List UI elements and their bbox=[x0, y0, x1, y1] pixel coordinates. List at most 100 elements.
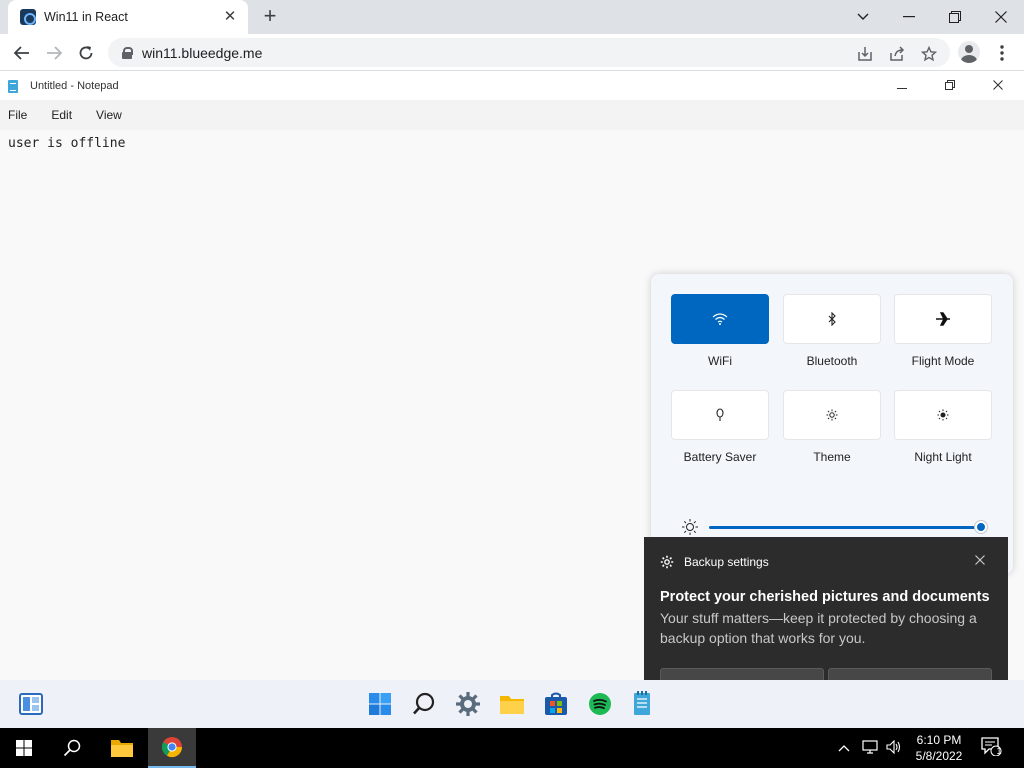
widgets-icon[interactable] bbox=[16, 689, 46, 719]
restore-icon bbox=[949, 11, 961, 23]
browser-restore-button[interactable] bbox=[932, 0, 978, 34]
system-clock[interactable]: 6:10 PM 5/8/2022 bbox=[908, 732, 970, 764]
battery-saver-icon bbox=[716, 408, 724, 421]
tile-battery-saver[interactable] bbox=[671, 390, 769, 440]
windows-taskbar: 6:10 PM 5/8/2022 1 bbox=[0, 728, 1024, 768]
action-center-button[interactable]: 1 bbox=[980, 736, 1006, 760]
tile-wifi-label: WiFi bbox=[708, 354, 732, 368]
browser-toolbar: win11.blueedge.me bbox=[0, 34, 1024, 71]
brightness-slider-thumb[interactable] bbox=[975, 521, 987, 533]
taskbar-search-button[interactable] bbox=[48, 728, 96, 768]
brightness-slider-track[interactable] bbox=[709, 526, 981, 529]
back-arrow-icon bbox=[14, 46, 29, 60]
tile-wifi[interactable] bbox=[671, 294, 769, 344]
reload-button[interactable] bbox=[72, 39, 100, 67]
chrome-menu-button[interactable] bbox=[988, 39, 1016, 67]
tab-search-button[interactable] bbox=[840, 0, 886, 34]
volume-tray-icon[interactable] bbox=[886, 739, 902, 757]
notepad-maximize-button[interactable] bbox=[936, 76, 964, 96]
spotify-icon[interactable] bbox=[585, 689, 615, 719]
start-icon[interactable] bbox=[365, 689, 395, 719]
notepad-menubar: File Edit View bbox=[0, 100, 1024, 130]
browser-tab[interactable]: Win11 in React ✕ bbox=[8, 0, 248, 34]
tile-night-light[interactable] bbox=[894, 390, 992, 440]
bookmark-star-icon[interactable] bbox=[920, 45, 938, 64]
toast-body: Your stuff matters—keep it protected by … bbox=[660, 610, 977, 646]
toast-title: Protect your cherished pictures and docu… bbox=[660, 589, 990, 605]
chrome-icon bbox=[161, 737, 183, 758]
win11-taskbar bbox=[0, 680, 1024, 728]
show-hidden-icons-button[interactable] bbox=[838, 740, 850, 755]
tile-flight-mode-label: Flight Mode bbox=[911, 354, 975, 368]
url-text: win11.blueedge.me bbox=[142, 44, 263, 61]
gear-icon bbox=[660, 555, 674, 569]
tab-title: Win11 in React bbox=[44, 10, 128, 24]
network-tray-icon[interactable] bbox=[862, 740, 878, 757]
folder-icon bbox=[111, 740, 133, 757]
profile-avatar-icon[interactable] bbox=[958, 41, 980, 63]
notepad-title: Untitled - Notepad bbox=[30, 80, 119, 92]
minimize-icon bbox=[897, 88, 907, 89]
back-button[interactable] bbox=[8, 39, 36, 67]
browser-close-button[interactable] bbox=[978, 0, 1024, 34]
new-tab-button[interactable]: + bbox=[258, 5, 282, 29]
windows-start-button[interactable] bbox=[0, 728, 48, 768]
taskbar-file-explorer[interactable] bbox=[98, 728, 146, 768]
bluetooth-icon bbox=[828, 312, 836, 326]
tile-theme[interactable] bbox=[783, 390, 881, 440]
menu-edit[interactable]: Edit bbox=[51, 108, 72, 122]
menu-file[interactable]: File bbox=[8, 108, 27, 122]
tile-flight-mode[interactable] bbox=[894, 294, 992, 344]
toast-close-button[interactable] bbox=[972, 553, 988, 569]
site-favicon-icon bbox=[20, 9, 36, 25]
search-icon bbox=[63, 739, 81, 757]
windows-logo-icon bbox=[16, 740, 32, 756]
install-icon[interactable] bbox=[856, 46, 874, 64]
chevron-up-icon bbox=[838, 745, 850, 752]
file-explorer-icon[interactable] bbox=[497, 689, 527, 719]
theme-icon bbox=[826, 409, 838, 421]
share-icon[interactable] bbox=[888, 46, 906, 64]
close-icon bbox=[995, 11, 1007, 23]
quick-settings-panel: WiFi Bluetooth Flight Mode Battery Saver… bbox=[651, 274, 1013, 574]
store-icon[interactable] bbox=[541, 689, 571, 719]
network-icon bbox=[862, 740, 878, 754]
clock-time: 6:10 PM bbox=[916, 733, 962, 747]
tile-night-light-label: Night Light bbox=[914, 450, 972, 464]
tile-bluetooth-label: Bluetooth bbox=[806, 354, 858, 368]
settings-icon[interactable] bbox=[453, 689, 483, 719]
browser-minimize-button[interactable] bbox=[886, 0, 932, 34]
minimize-icon bbox=[903, 16, 915, 18]
search-icon[interactable] bbox=[409, 689, 439, 719]
forward-button[interactable] bbox=[40, 39, 68, 67]
notepad-minimize-button[interactable] bbox=[888, 76, 916, 96]
close-icon bbox=[975, 555, 985, 565]
tile-battery-saver-label: Battery Saver bbox=[683, 450, 757, 464]
more-vertical-icon bbox=[1000, 45, 1004, 61]
tile-theme-label: Theme bbox=[813, 450, 851, 464]
notepad-close-button[interactable] bbox=[984, 76, 1012, 96]
airplane-icon bbox=[936, 312, 950, 326]
toast-app-name: Backup settings bbox=[684, 555, 769, 569]
night-light-icon bbox=[937, 409, 949, 421]
speaker-icon bbox=[886, 739, 901, 755]
address-bar[interactable]: win11.blueedge.me bbox=[108, 38, 950, 67]
menu-view[interactable]: View bbox=[96, 108, 122, 122]
reload-icon bbox=[79, 46, 93, 60]
notepad-icon[interactable] bbox=[627, 689, 657, 719]
restore-icon bbox=[945, 80, 955, 90]
close-icon bbox=[993, 80, 1003, 90]
clock-date: 5/8/2022 bbox=[915, 749, 963, 763]
tab-close-icon[interactable]: ✕ bbox=[222, 9, 238, 25]
wifi-icon bbox=[712, 313, 728, 325]
notepad-content: user is offline bbox=[8, 136, 126, 151]
web-page: Untitled - Notepad File Edit View user i… bbox=[0, 72, 1024, 728]
notepad-app-icon bbox=[8, 79, 18, 93]
toast-header: Backup settings bbox=[660, 555, 769, 569]
notepad-titlebar[interactable]: Untitled - Notepad bbox=[0, 72, 1024, 100]
notification-count-badge: 1 bbox=[996, 746, 1002, 756]
chevron-down-icon bbox=[857, 13, 869, 20]
taskbar-chrome[interactable] bbox=[148, 728, 196, 768]
tile-bluetooth[interactable] bbox=[783, 294, 881, 344]
forward-arrow-icon bbox=[47, 46, 62, 60]
